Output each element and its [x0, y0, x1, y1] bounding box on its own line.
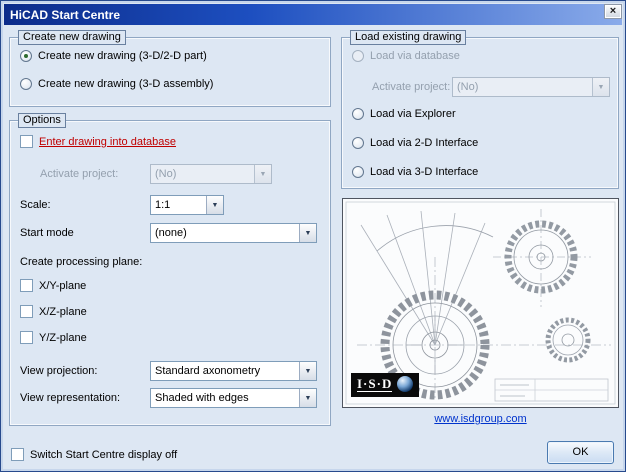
- chevron-down-icon[interactable]: ▼: [592, 78, 609, 96]
- enter-drawing-into-database-checkbox[interactable]: Enter drawing into database: [20, 135, 176, 148]
- link-row: www.isdgroup.com: [342, 413, 619, 425]
- radio-icon[interactable]: [352, 108, 364, 120]
- ok-button[interactable]: OK: [547, 441, 614, 464]
- radio-load-via-2d-interface[interactable]: Load via 2-D Interface: [352, 137, 478, 149]
- load-existing-drawing-group: Load existing drawing Load via database …: [341, 37, 619, 189]
- radio-label: Load via Explorer: [370, 108, 456, 120]
- checkbox-icon[interactable]: [20, 331, 33, 344]
- scale-label: Scale:: [20, 199, 51, 211]
- radio-icon[interactable]: [20, 78, 32, 90]
- processing-plane-label: Create processing plane:: [20, 256, 142, 268]
- radio-label: Load via database: [370, 50, 460, 62]
- radio-load-via-3d-interface[interactable]: Load via 3-D Interface: [352, 166, 478, 178]
- activate-project-label: Activate project:: [40, 168, 118, 180]
- radio-create-3d-assembly[interactable]: Create new drawing (3-D assembly): [20, 78, 213, 90]
- chevron-down-icon[interactable]: ▼: [254, 165, 271, 183]
- checkbox-icon[interactable]: [20, 135, 33, 148]
- radio-load-via-explorer[interactable]: Load via Explorer: [352, 108, 456, 120]
- select-value: Standard axonometry: [151, 362, 299, 380]
- view-projection-select[interactable]: Standard axonometry ▼: [150, 361, 317, 381]
- checkbox-label: Enter drawing into database: [39, 136, 176, 148]
- activate-project-label: Activate project:: [372, 81, 450, 93]
- select-value: Shaded with edges: [151, 389, 299, 407]
- select-value: (No): [151, 165, 254, 183]
- radio-label: Load via 2-D Interface: [370, 137, 478, 149]
- title-bar: HiCAD Start Centre: [4, 4, 622, 25]
- isd-logo: I·S·D: [351, 373, 419, 397]
- radio-label: Create new drawing (3-D/2-D part): [38, 50, 207, 62]
- radio-icon[interactable]: [352, 166, 364, 178]
- radio-icon[interactable]: [352, 137, 364, 149]
- radio-create-3d2d-part[interactable]: Create new drawing (3-D/2-D part): [20, 50, 207, 62]
- checkbox-icon[interactable]: [11, 448, 24, 461]
- dialog-window: HiCAD Start Centre × Create new drawing …: [0, 0, 626, 472]
- view-representation-label: View representation:: [20, 392, 120, 404]
- select-value: 1:1: [151, 196, 206, 214]
- checkbox-label: Switch Start Centre display off: [30, 449, 177, 461]
- radio-label: Create new drawing (3-D assembly): [38, 78, 213, 90]
- radio-icon[interactable]: [20, 50, 32, 62]
- scale-select[interactable]: 1:1 ▼: [150, 195, 224, 215]
- checkbox-icon[interactable]: [20, 305, 33, 318]
- select-value: (No): [453, 78, 592, 96]
- options-group: Options Enter drawing into database Acti…: [9, 120, 331, 426]
- activate-project-select[interactable]: (No) ▼: [150, 164, 272, 184]
- chevron-down-icon[interactable]: ▼: [299, 362, 316, 380]
- switch-start-centre-checkbox[interactable]: Switch Start Centre display off: [11, 448, 177, 461]
- load-group-caption: Load existing drawing: [350, 30, 466, 45]
- isd-logo-text: I·S·D: [357, 377, 392, 392]
- isdgroup-link[interactable]: www.isdgroup.com: [434, 413, 526, 425]
- cad-preview-image: I·S·D: [342, 198, 619, 408]
- chevron-down-icon[interactable]: ▼: [299, 389, 316, 407]
- radio-load-via-database[interactable]: Load via database: [352, 50, 460, 62]
- view-representation-select[interactable]: Shaded with edges ▼: [150, 388, 317, 408]
- start-mode-label: Start mode: [20, 227, 74, 239]
- activate-project-select[interactable]: (No) ▼: [452, 77, 610, 97]
- yz-plane-checkbox[interactable]: Y/Z-plane: [20, 331, 87, 344]
- close-icon[interactable]: ×: [604, 4, 622, 19]
- create-group-caption: Create new drawing: [18, 30, 126, 45]
- checkbox-label: X/Y-plane: [39, 280, 86, 292]
- xy-plane-checkbox[interactable]: X/Y-plane: [20, 279, 86, 292]
- radio-label: Load via 3-D Interface: [370, 166, 478, 178]
- xz-plane-checkbox[interactable]: X/Z-plane: [20, 305, 87, 318]
- radio-icon[interactable]: [352, 50, 364, 62]
- checkbox-label: X/Z-plane: [39, 306, 87, 318]
- checkbox-icon[interactable]: [20, 279, 33, 292]
- view-projection-label: View projection:: [20, 365, 97, 377]
- options-group-caption: Options: [18, 113, 66, 128]
- chevron-down-icon[interactable]: ▼: [206, 196, 223, 214]
- chevron-down-icon[interactable]: ▼: [299, 224, 316, 242]
- start-mode-select[interactable]: (none) ▼: [150, 223, 317, 243]
- checkbox-label: Y/Z-plane: [39, 332, 87, 344]
- create-new-drawing-group: Create new drawing Create new drawing (3…: [9, 37, 331, 107]
- window-title: HiCAD Start Centre: [4, 8, 120, 22]
- isd-globe-icon: [397, 376, 413, 392]
- select-value: (none): [151, 224, 299, 242]
